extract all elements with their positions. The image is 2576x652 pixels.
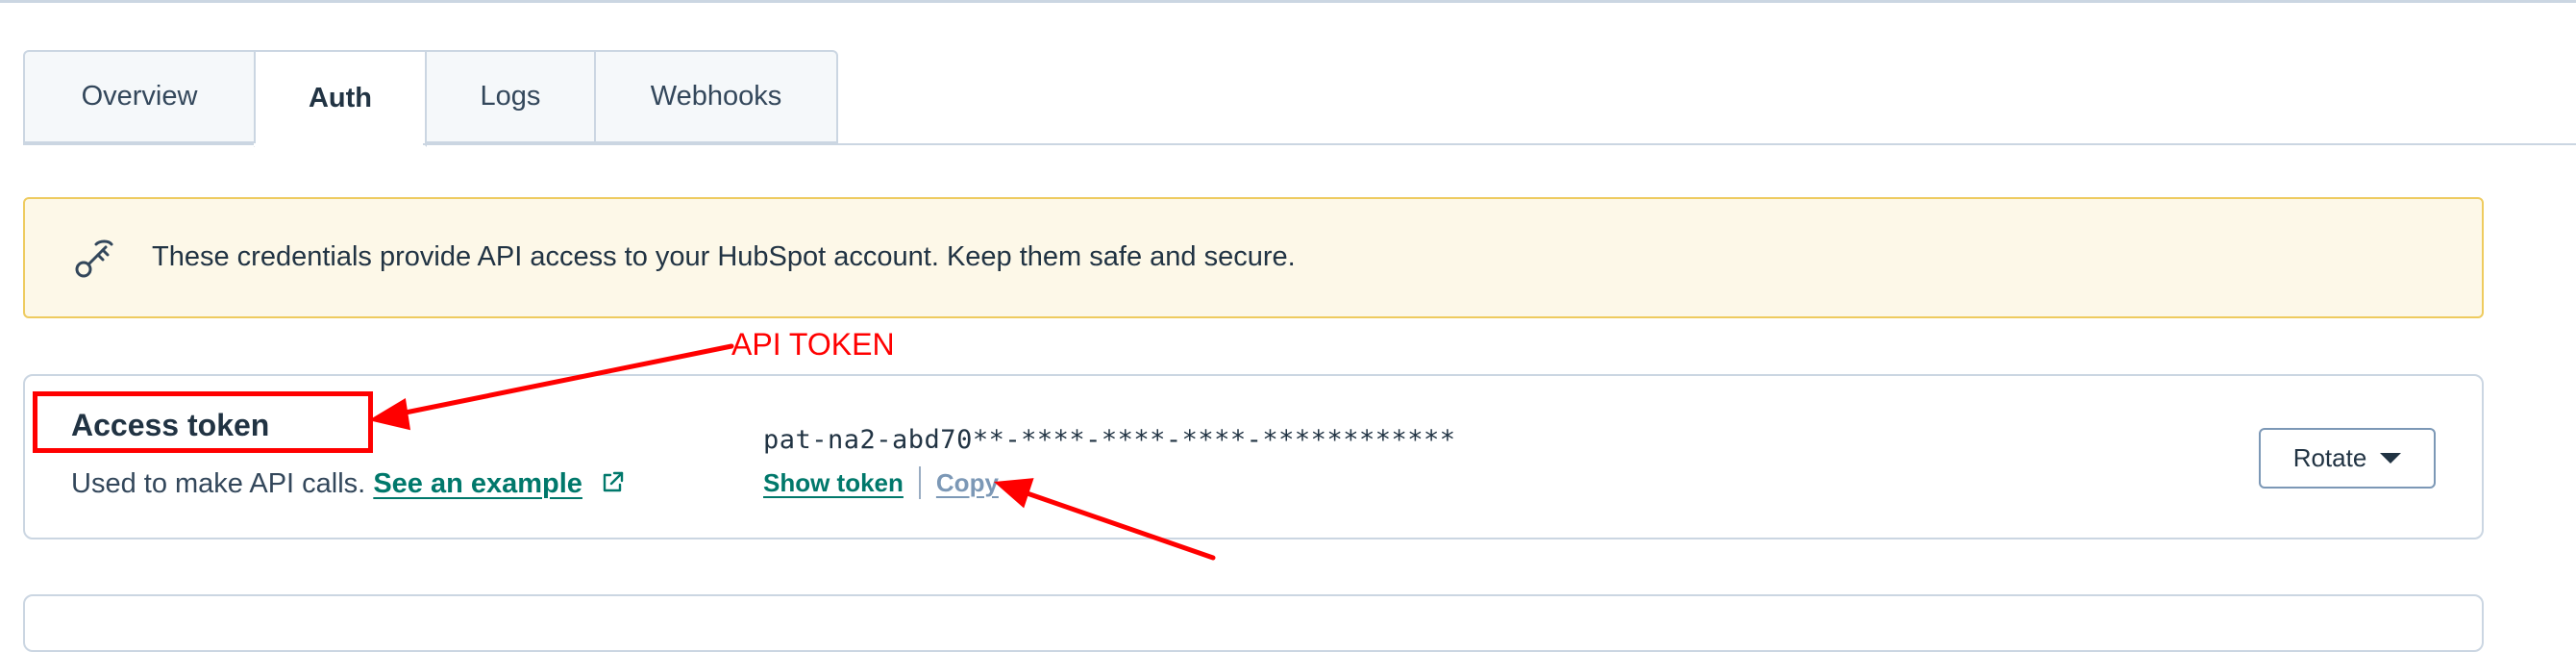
tab-label: Auth <box>308 83 373 113</box>
show-token-link[interactable]: Show token <box>763 468 904 498</box>
rotate-button[interactable]: Rotate <box>2259 428 2436 489</box>
caret-down-icon <box>2380 453 2402 464</box>
tab-auth[interactable]: Auth <box>254 50 427 147</box>
key-icon <box>75 239 113 278</box>
token-actions: Show token Copy <box>763 466 999 499</box>
annotation-highlight-box <box>33 391 373 453</box>
tab-overview[interactable]: Overview <box>23 50 256 143</box>
external-link-icon[interactable] <box>600 470 625 495</box>
description-text: Used to make API calls. <box>71 468 366 499</box>
tab-bar: Overview Auth Logs Webhooks <box>23 50 838 147</box>
token-value: pat-na2-abd70**-****-****-****-*********… <box>763 425 1456 455</box>
action-separator <box>918 466 921 499</box>
tab-label: Logs <box>480 81 541 112</box>
tab-label: Webhooks <box>650 81 782 112</box>
copy-token-link[interactable]: Copy <box>936 468 999 498</box>
security-alert: These credentials provide API access to … <box>23 197 2484 318</box>
top-divider <box>0 0 2576 3</box>
access-token-card <box>23 374 2484 539</box>
see-example-link[interactable]: See an example <box>373 468 582 499</box>
annotation-label: API TOKEN <box>731 327 895 362</box>
rotate-label: Rotate <box>2292 443 2367 472</box>
active-tab-gap <box>254 143 423 146</box>
tab-label: Overview <box>81 81 198 112</box>
access-token-description: Used to make API calls. See an example <box>71 468 625 500</box>
tab-logs[interactable]: Logs <box>425 50 596 143</box>
tab-webhooks[interactable]: Webhooks <box>594 50 838 143</box>
alert-message: These credentials provide API access to … <box>152 241 1296 272</box>
next-card <box>23 594 2484 652</box>
